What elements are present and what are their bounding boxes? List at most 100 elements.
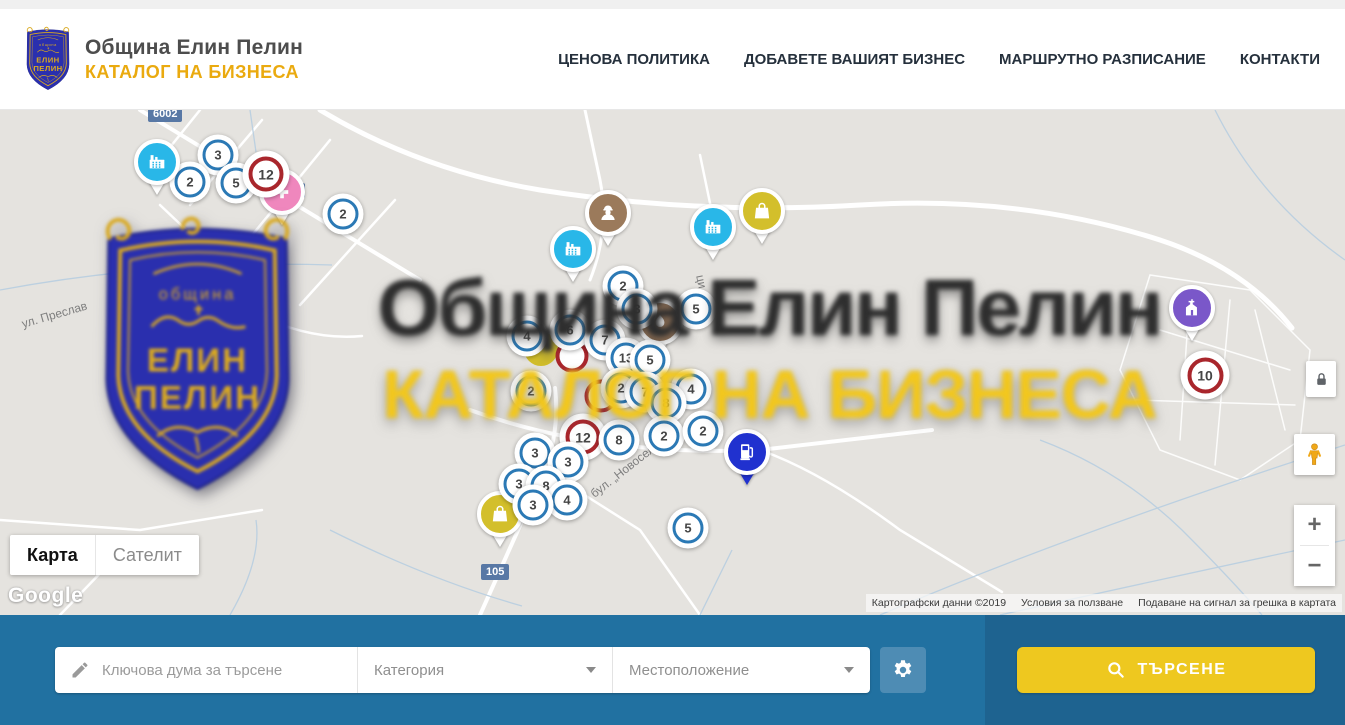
- search-bar-left: Категория Местоположение: [0, 615, 985, 725]
- category-select-label: Категория: [374, 662, 444, 679]
- cluster-count: 8: [615, 433, 622, 448]
- cluster-count: 3: [531, 446, 538, 461]
- site-title: Община Елин Пелин: [85, 36, 303, 60]
- advanced-settings-button[interactable]: [880, 647, 926, 693]
- cluster-marker[interactable]: 2: [323, 194, 364, 235]
- cluster-ring: 3: [518, 490, 549, 521]
- cluster-count: 5: [692, 302, 699, 317]
- cluster-marker[interactable]: 4: [507, 316, 548, 357]
- google-logo[interactable]: Google: [8, 584, 83, 608]
- svg-text:община: община: [39, 43, 57, 47]
- cluster-ring: 2: [649, 421, 680, 452]
- street-view-pegman-button[interactable]: [1294, 434, 1335, 475]
- map-canvas[interactable]: ул. Преславбул. „Новоселци6002105 325122…: [0, 110, 1345, 615]
- nav-contacts[interactable]: КОНТАКТИ: [1240, 51, 1320, 68]
- cluster-count: 4: [523, 329, 530, 344]
- church-pin[interactable]: [1169, 285, 1215, 345]
- search-button[interactable]: ТЪРСЕНЕ: [1017, 647, 1315, 693]
- zoom-in-button[interactable]: +: [1294, 505, 1335, 545]
- fuel-pin[interactable]: [724, 429, 770, 489]
- satellite-view-button[interactable]: Сателит: [96, 535, 199, 575]
- logo-text: Община Елин Пелин КАТАЛОГ НА БИЗНЕСА: [85, 36, 303, 83]
- search-bar-right: ТЪРСЕНЕ: [985, 615, 1345, 725]
- cluster-count: 7: [601, 333, 608, 348]
- cluster-marker[interactable]: 10: [1181, 351, 1230, 400]
- svg-text:ЕЛИН: ЕЛИН: [36, 56, 59, 65]
- cluster-count: 2: [527, 384, 534, 399]
- cluster-count: 3: [529, 498, 536, 513]
- factory-icon: [562, 238, 584, 260]
- cluster-marker[interactable]: 3: [513, 485, 554, 526]
- municipality-crest-icon: общинаЕЛИНПЕЛИН: [22, 26, 74, 92]
- map-type-control: Карта Сателит: [10, 535, 199, 575]
- top-strip: [0, 0, 1345, 9]
- map-attribution: Картографски данни ©2019 Условия за ползв…: [866, 594, 1342, 612]
- cluster-ring: 8: [651, 388, 682, 419]
- cluster-count: 5: [646, 353, 653, 368]
- cluster-marker[interactable]: 8: [599, 420, 640, 461]
- location-select-label: Местоположение: [629, 662, 749, 679]
- attribution-link[interactable]: Условия за ползване: [1021, 597, 1123, 609]
- padlock-icon: [1313, 371, 1330, 388]
- zoom-out-button[interactable]: −: [1294, 546, 1335, 586]
- cluster-count: 12: [258, 166, 274, 182]
- map-view-button[interactable]: Карта: [10, 535, 96, 575]
- cluster-marker[interactable]: 5: [676, 289, 717, 330]
- chevron-down-icon: [586, 667, 596, 673]
- category-select[interactable]: Категория: [357, 647, 612, 693]
- cluster-count: 3: [214, 148, 221, 163]
- pin-circle: [1169, 285, 1215, 331]
- shopping-bag-icon: [751, 200, 773, 222]
- site-subtitle: КАТАЛОГ НА БИЗНЕСА: [85, 62, 303, 83]
- lock-button[interactable]: [1306, 361, 1336, 397]
- pin-circle: [690, 204, 736, 250]
- map-markers-layer: 3251222354671352274812822333843510: [0, 110, 1345, 615]
- factory-pin[interactable]: [550, 226, 596, 286]
- factory-pin[interactable]: [134, 139, 180, 199]
- cluster-marker[interactable]: 2: [683, 411, 724, 452]
- cluster-marker[interactable]: 5: [668, 508, 709, 549]
- factory-icon: [702, 216, 724, 238]
- cluster-ring: 5: [681, 294, 712, 325]
- cluster-ring: 12: [249, 157, 284, 192]
- cluster-count: 3: [633, 302, 640, 317]
- cluster-ring: 2: [328, 199, 359, 230]
- attribution-link[interactable]: Подаване на сигнал за грешка в картата: [1138, 597, 1336, 609]
- crest-graphic: общинаЕЛИНПЕЛИН: [22, 26, 74, 92]
- cluster-ring: 10: [1187, 357, 1223, 393]
- chevron-down-icon: [844, 667, 854, 673]
- cluster-count: 4: [687, 382, 694, 397]
- gear-icon: [891, 658, 915, 682]
- cluster-marker[interactable]: 12: [243, 151, 290, 198]
- cluster-marker[interactable]: 2: [644, 416, 685, 457]
- pencil-icon: [70, 660, 90, 680]
- main-nav: ЦЕНОВА ПОЛИТИКА ДОБАВЕТЕ ВАШИЯТ БИЗНЕС МАР…: [558, 51, 1320, 68]
- cluster-count: 12: [575, 429, 591, 445]
- keyword-search-input[interactable]: [102, 662, 357, 679]
- cluster-count: 4: [563, 493, 570, 508]
- factory-pin[interactable]: [690, 204, 736, 264]
- cluster-ring: 8: [604, 425, 635, 456]
- pegman-icon: [1302, 442, 1327, 467]
- nav-bus-schedule[interactable]: МАРШРУТНО РАЗПИСАНИЕ: [999, 51, 1206, 68]
- cluster-marker[interactable]: 2: [511, 371, 552, 412]
- pin-circle: [739, 188, 785, 234]
- attribution-text: Картографски данни ©2019: [872, 597, 1006, 609]
- cluster-count: 2: [339, 207, 346, 222]
- site-logo[interactable]: общинаЕЛИНПЕЛИН Община Елин Пелин КАТАЛО…: [22, 26, 303, 92]
- factory-icon: [146, 151, 168, 173]
- church-icon: [1181, 297, 1203, 319]
- zoom-control: + −: [1294, 505, 1335, 586]
- nav-add-business[interactable]: ДОБАВЕТЕ ВАШИЯТ БИЗНЕС: [744, 51, 965, 68]
- keyword-segment: [55, 647, 357, 693]
- cluster-ring: 4: [552, 485, 583, 516]
- cluster-count: 2: [186, 175, 193, 190]
- location-select[interactable]: Местоположение: [612, 647, 870, 693]
- cluster-count: 2: [617, 381, 624, 396]
- pin-circle: [724, 429, 770, 475]
- fuel-pump-icon: [736, 441, 758, 463]
- nav-pricing[interactable]: ЦЕНОВА ПОЛИТИКА: [558, 51, 710, 68]
- bag-pin[interactable]: [739, 188, 785, 248]
- cluster-marker[interactable]: 3: [617, 289, 658, 330]
- search-icon: [1106, 660, 1126, 680]
